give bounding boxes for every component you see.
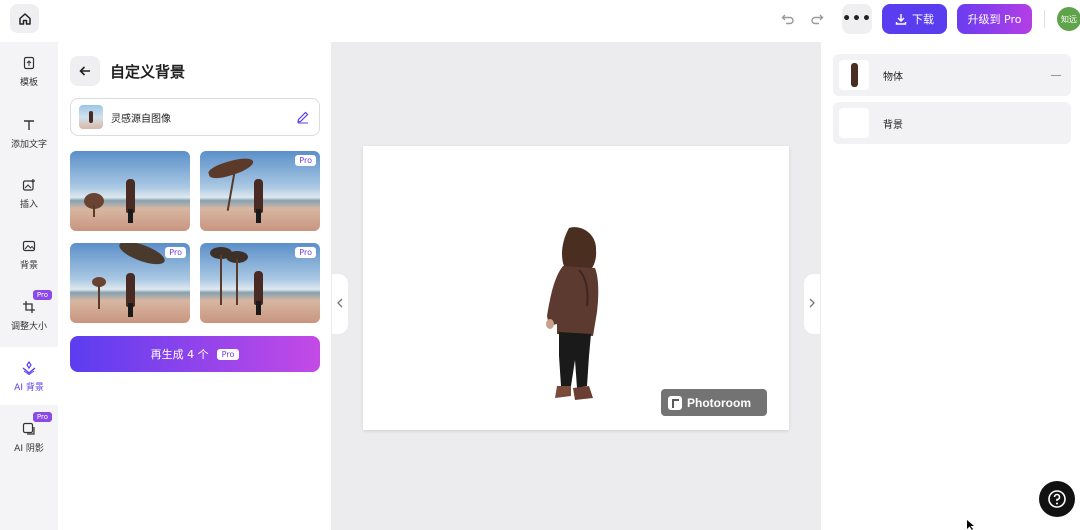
- download-button[interactable]: 下载: [882, 4, 947, 34]
- download-label: 下载: [912, 13, 934, 26]
- resize-icon: [21, 299, 37, 315]
- pro-badge: Pro: [216, 348, 240, 360]
- rail-item-background[interactable]: 背景: [0, 225, 58, 283]
- rail-item-insert[interactable]: 插入: [0, 164, 58, 222]
- watermark-text: Photoroom: [687, 395, 751, 410]
- rail-item-label: AI 背景: [14, 382, 44, 393]
- home-icon: [18, 12, 31, 25]
- more-options-button[interactable]: •••: [842, 4, 872, 34]
- collapse-left-panel-button[interactable]: [332, 274, 348, 334]
- background-result-thumbnail[interactable]: Pro: [200, 151, 320, 231]
- avatar-text: 知远: [1061, 14, 1077, 24]
- layer-label: 背景: [883, 119, 903, 131]
- mouse-cursor-icon: [967, 520, 974, 530]
- background-result-thumbnail[interactable]: Pro: [70, 243, 190, 323]
- chevron-right-icon: [808, 298, 816, 311]
- layer-item-background[interactable]: 背景: [833, 102, 1071, 144]
- home-button[interactable]: [10, 4, 39, 33]
- panel-title: 自定义背景: [110, 63, 186, 81]
- back-button[interactable]: [70, 56, 100, 86]
- topbar-divider: [1044, 10, 1045, 28]
- layer-label: 物体: [883, 71, 903, 83]
- ai-background-panel: 自定义背景 灵感源自图像 Pro Pro Pro 再生成 4 个 Pro: [58, 42, 332, 530]
- canvas-area: Photoroom: [332, 42, 820, 530]
- rail-item-label: 调整大小: [10, 321, 47, 332]
- redo-icon: [811, 14, 824, 25]
- help-button[interactable]: [1039, 481, 1075, 517]
- rail-item-add-text[interactable]: 添加文字: [0, 104, 58, 162]
- text-icon: [21, 117, 37, 133]
- undo-button[interactable]: [778, 9, 798, 29]
- pro-badge: Pro: [165, 247, 186, 258]
- redo-button[interactable]: [807, 9, 827, 29]
- background-result-thumbnail[interactable]: Pro: [200, 243, 320, 323]
- ai-background-icon: [21, 360, 37, 376]
- rail-item-ai-background[interactable]: AI 背景: [0, 347, 58, 405]
- avatar[interactable]: 知远: [1057, 7, 1080, 31]
- chevron-left-icon: [336, 298, 344, 311]
- pro-badge: Pro: [32, 412, 52, 422]
- help-icon: [1048, 490, 1066, 508]
- layer-options-dash-icon[interactable]: [1051, 74, 1061, 76]
- generate-more-button[interactable]: 再生成 4 个 Pro: [70, 336, 320, 372]
- left-rail: 模板 添加文字 插入 背景 Pro 调整大小 AI 背景 Pro AI 阴影: [0, 42, 58, 530]
- rail-item-label: AI 阴影: [14, 443, 44, 454]
- inspire-image-thumbnail: [79, 105, 103, 129]
- pro-badge: Pro: [32, 290, 52, 300]
- edit-pen-icon[interactable]: [295, 109, 311, 125]
- upgrade-label: 升级到 Pro: [967, 13, 1022, 26]
- layers-panel: 物体 背景: [820, 42, 1080, 530]
- rail-item-label: 模板: [19, 77, 38, 88]
- rail-item-templates[interactable]: 模板: [0, 42, 58, 100]
- top-bar: ••• 下载 升级到 Pro 知远: [0, 0, 1080, 42]
- arrow-left-icon: [79, 66, 90, 76]
- pro-badge: Pro: [295, 155, 316, 166]
- inspire-label: 灵感源自图像: [111, 113, 171, 125]
- photoroom-watermark: Photoroom: [661, 389, 767, 416]
- download-icon: [895, 14, 907, 25]
- rail-item-ai-shadow[interactable]: Pro AI 阴影: [0, 408, 58, 466]
- rail-item-label: 背景: [19, 260, 38, 271]
- rail-item-resize[interactable]: Pro 调整大小: [0, 286, 58, 344]
- upgrade-pro-button[interactable]: 升级到 Pro: [957, 4, 1032, 34]
- inspire-from-image-card[interactable]: 灵感源自图像: [70, 98, 320, 136]
- rail-item-label: 添加文字: [10, 139, 47, 150]
- ai-shadow-icon: [21, 421, 37, 437]
- collapse-right-panel-button[interactable]: [804, 274, 820, 334]
- background-icon: [21, 238, 37, 254]
- pro-badge: Pro: [295, 247, 316, 258]
- generate-label: 再生成 4 个: [150, 348, 209, 361]
- insert-image-icon: [21, 177, 37, 193]
- subject-person-cutout[interactable]: [541, 226, 611, 418]
- layer-item-object[interactable]: 物体: [833, 54, 1071, 96]
- more-icon: •••: [842, 11, 872, 27]
- photoroom-logo-icon: [668, 395, 682, 410]
- layer-thumbnail: [839, 60, 869, 90]
- rail-item-label: 插入: [19, 199, 38, 210]
- undo-icon: [781, 14, 794, 25]
- template-icon: [21, 55, 37, 71]
- artboard[interactable]: Photoroom: [363, 146, 789, 430]
- layer-thumbnail: [839, 108, 869, 138]
- background-result-thumbnail[interactable]: [70, 151, 190, 231]
